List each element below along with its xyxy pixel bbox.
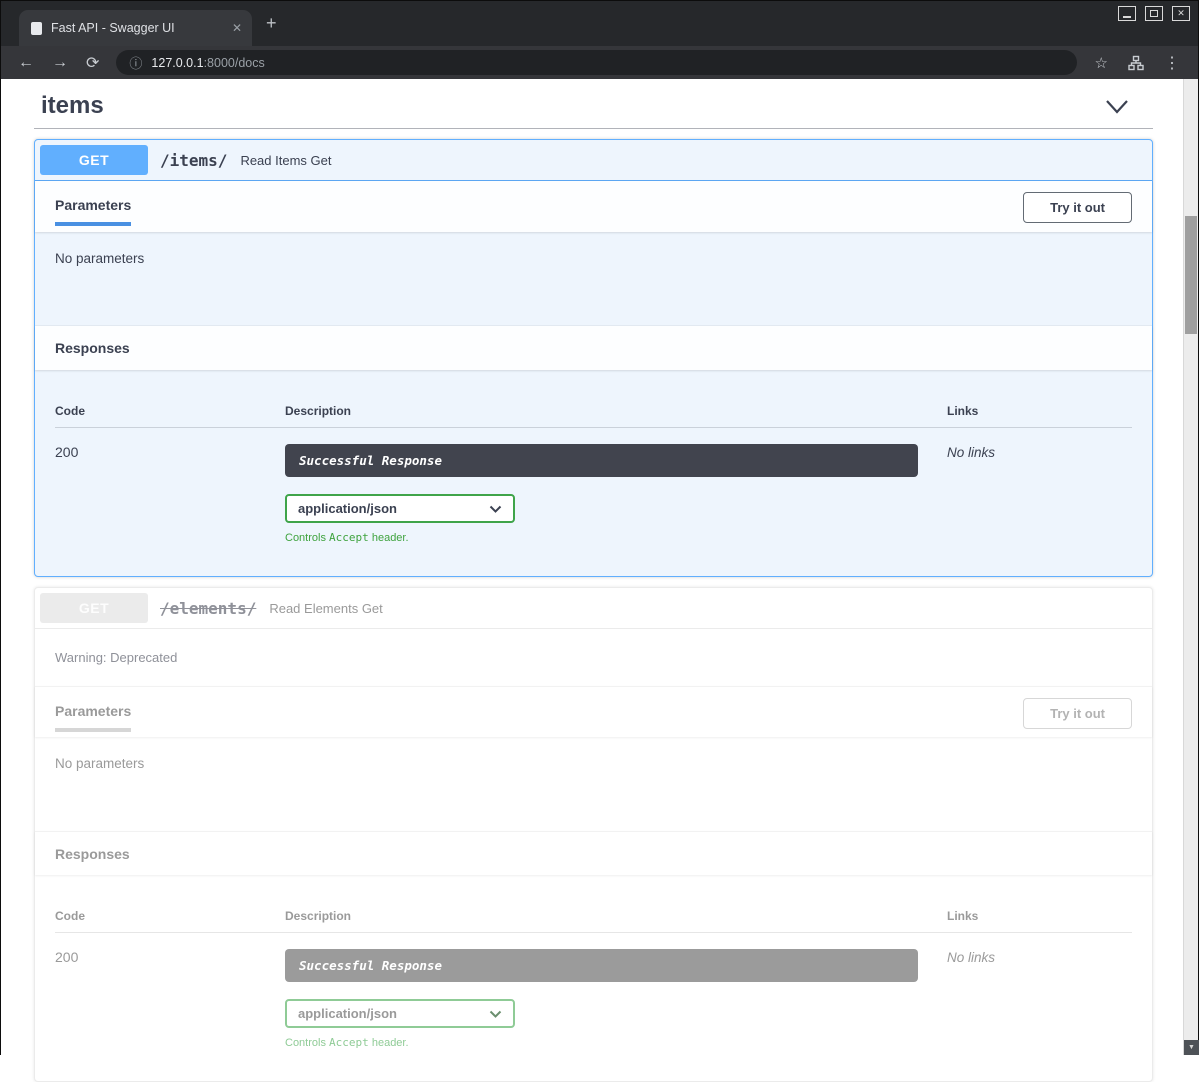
scroll-down-button[interactable]: ▼ [1184,1040,1199,1055]
bookmark-star-icon[interactable]: ☆ [1085,54,1118,72]
responses-table-header: Code Description Links [55,891,1132,933]
no-links-text: No links [947,445,995,460]
tab-close-icon[interactable]: ✕ [232,21,242,35]
try-it-out-button[interactable]: Try it out [1023,698,1132,729]
url-host: 127.0.0.1 [151,56,203,70]
swagger-ui: items GET /items/ Read Items Get Paramet… [34,79,1153,1082]
browser-tab[interactable]: Fast API - Swagger UI ✕ [19,10,252,46]
col-links: Links [947,404,1132,418]
opblock-summary-elements[interactable]: GET /elements/ Read Elements Get [35,588,1152,629]
section-title: items [41,92,104,120]
browser-titlebar: Fast API - Swagger UI ✕ + ✕ [1,1,1198,46]
no-parameters-text: No parameters [55,756,144,771]
media-type-value: application/json [298,501,397,516]
controls-accept-note: Controls Accept header. [285,531,947,544]
tab-title: Fast API - Swagger UI [51,21,226,35]
parameters-tab: Parameters [55,703,131,732]
response-row-200: 200 Successful Response application/json [55,933,1132,1049]
forward-icon[interactable]: → [43,54,77,72]
scrollbar-thumb[interactable] [1185,216,1197,334]
browser-window: Fast API - Swagger UI ✕ + ✕ ← → ⟳ ⓘ 127.… [0,0,1199,1055]
vertical-scrollbar[interactable]: ▼ [1183,79,1198,1055]
try-it-out-button[interactable]: Try it out [1023,192,1132,223]
opblock-get-items: GET /items/ Read Items Get Parameters Tr… [34,139,1153,577]
endpoint-path: /items/ [160,151,227,170]
minimize-button[interactable] [1118,6,1136,21]
col-links: Links [947,909,1132,923]
opblock-get-elements-deprecated: GET /elements/ Read Elements Get Warning… [34,587,1153,1082]
response-description-box: Successful Response [285,949,918,982]
parameters-tab: Parameters [55,197,131,226]
method-badge: GET [40,145,148,175]
response-row-200: 200 Successful Response application/json [55,428,1132,544]
responses-table: Code Description Links 200 Successful Re… [35,370,1152,576]
parameters-header: Parameters Try it out [35,686,1152,737]
endpoint-summary: Read Elements Get [269,601,382,616]
responses-header: Responses [35,831,1152,875]
window-controls: ✕ [1118,6,1190,21]
method-badge: GET [40,593,148,623]
maximize-icon [1150,10,1158,17]
response-code: 200 [55,444,78,460]
responses-table: Code Description Links 200 Successful Re… [35,875,1152,1081]
deprecated-warning: Warning: Deprecated [35,629,1152,686]
no-links-text: No links [947,950,995,965]
page-info-icon[interactable]: ⓘ [129,53,142,72]
collapse-chevron-icon[interactable] [1105,99,1129,114]
no-parameters-text: No parameters [55,251,144,266]
page-favicon-icon [31,22,42,35]
media-type-value: application/json [298,1006,397,1021]
chevron-down-icon [489,1010,502,1018]
col-code: Code [55,404,285,418]
media-type-select[interactable]: application/json [285,494,515,523]
media-type-select[interactable]: application/json [285,999,515,1028]
col-description: Description [285,404,947,418]
url-bar[interactable]: ⓘ 127.0.0.1:8000/docs [116,50,1076,75]
col-code: Code [55,909,285,923]
responses-title: Responses [55,846,130,862]
tag-section-items[interactable]: items [34,79,1153,129]
url-path: :8000/docs [204,56,265,70]
new-tab-button[interactable]: + [266,13,277,34]
sitemap-icon[interactable] [1118,55,1154,71]
browser-menu-icon[interactable]: ⋮ [1154,53,1190,73]
col-description: Description [285,909,947,923]
browser-toolbar: ← → ⟳ ⓘ 127.0.0.1:8000/docs ☆ ⋮ [1,46,1198,79]
controls-accept-note: Controls Accept header. [285,1036,947,1049]
maximize-button[interactable] [1145,6,1163,21]
responses-title: Responses [55,340,130,356]
chevron-down-icon [489,505,502,513]
reload-icon[interactable]: ⟳ [77,53,108,73]
parameters-body: No parameters [35,232,1152,326]
endpoint-summary: Read Items Get [240,153,331,168]
opblock-summary-items[interactable]: GET /items/ Read Items Get [35,140,1152,181]
response-code: 200 [55,949,78,965]
endpoint-path: /elements/ [160,599,256,618]
minimize-icon [1123,16,1131,18]
response-description-box: Successful Response [285,444,918,477]
parameters-header: Parameters Try it out [35,181,1152,232]
page-content: items GET /items/ Read Items Get Paramet… [1,79,1198,1055]
responses-table-header: Code Description Links [55,386,1132,428]
close-button[interactable]: ✕ [1172,6,1190,21]
back-icon[interactable]: ← [9,54,43,72]
parameters-body: No parameters [35,737,1152,831]
responses-header: Responses [35,326,1152,370]
